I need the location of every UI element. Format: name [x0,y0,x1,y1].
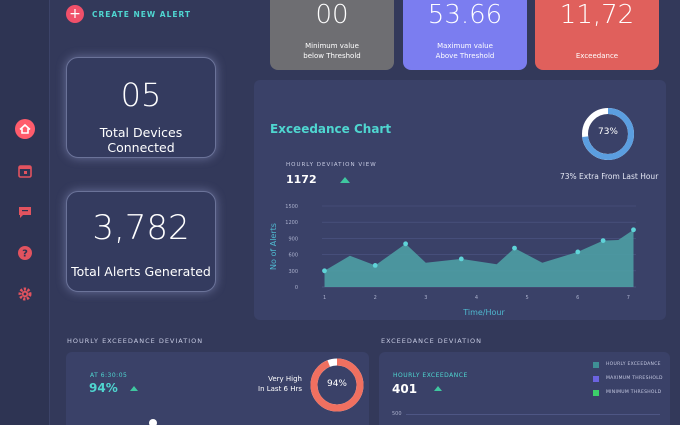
hourly-exceedance-deviation-title: HOURLY EXCEEDANCE DEVIATION [67,337,204,345]
x-tick-label: 4 [475,295,478,301]
exceedance-title: Exceedance Chart [270,122,392,136]
up-arrow-icon [340,177,350,183]
hourly-deviation-value: 1172 [286,173,317,186]
hourly-exceedance-label: HOURLY EXCEEDANCE [393,372,468,379]
deviation-percent: 94% [89,381,118,395]
x-tick-label: 7 [627,295,630,301]
exceedance-deviation-title: EXCEEDANCE DEVIATION [381,337,483,345]
alerts-count: 3,782 [92,208,190,248]
x-tick-label: 5 [526,295,529,301]
x-tick-label: 1 [323,295,326,301]
legend-item-hourly: HOURLY EXCEEDANCE [593,362,673,370]
y-tick-label: 900 [288,236,298,242]
deviation-donut: 94% [309,357,365,413]
home-icon[interactable] [15,119,35,139]
max-value-card: 53.66 Maximum value Above Threshold [403,0,527,70]
slider-handle[interactable] [149,419,157,425]
x-tick-label: 3 [424,295,427,301]
up-arrow-icon [434,386,442,391]
data-point [600,238,606,243]
alerts-card: 3,782 Total Alerts Generated [66,191,216,292]
plus-icon: + [66,5,84,23]
alerts-label: Total Alerts Generated [71,264,211,279]
y-tick-label: 300 [288,269,298,275]
legend-swatch [593,376,599,382]
devices-card: 05 Total Devices Connected [66,57,216,158]
create-alert-button[interactable]: + CREATE NEW ALERT [66,5,191,23]
data-point [403,241,408,247]
legend-label: HOURLY EXCEEDANCE [606,362,661,367]
y-tick-label: 600 [288,253,298,259]
data-point [631,227,636,233]
min-value-caption-2: below Threshold [303,52,361,60]
max-value-caption-2: Above Threshold [435,52,495,60]
exceedance-donut-label: 73% [597,127,618,137]
min-value: 00 [315,0,349,30]
exceedance-donut-caption: 73% Extra From Last Hour [560,172,659,181]
calendar-icon[interactable] [15,161,35,181]
legend-label: MAXIMUM THRESHOLD [606,376,663,381]
svg-text:?: ? [22,249,28,260]
data-point [458,256,464,262]
x-axis-label: Time/Hour [462,308,505,317]
y-tick-label: 1500 [285,204,298,210]
exceedance-chart: 0 300 600 900 1200 1500 1 2 3 4 5 6 7 Time/Hour No of … [269,204,636,317]
max-value: 53.66 [427,0,503,30]
legend-label: MINIMUM THRESHOLD [606,390,662,395]
y-axis-label: No of Alerts [269,223,278,270]
x-tick-label: 2 [374,295,377,301]
exceedance-donut: 73% [581,107,635,161]
create-alert-label: CREATE NEW ALERT [92,9,192,19]
min-value-caption-1: Minimum value [305,42,359,50]
exceedance-card: 11,72 Exceedance [535,0,659,70]
deviation-time-label: AT 6:30:05 [90,372,128,379]
legend-swatch [593,362,599,368]
y-tick-label: 1200 [285,220,298,226]
axis-tick-label: 500 [392,411,402,417]
data-point [372,263,378,268]
legend-swatch [593,390,599,396]
deviation-side-line-2: In Last 6 Hrs [258,385,302,393]
chat-icon[interactable] [15,202,35,222]
devices-count: 05 [120,76,162,114]
exceedance-value: 11,72 [559,0,635,30]
data-point [575,249,581,255]
data-point [512,245,517,251]
help-icon[interactable]: ? [15,243,35,263]
data-point [322,268,327,274]
min-value-card: 00 Minimum value below Threshold [270,0,394,70]
deviation-donut-label: 94% [326,379,347,389]
hourly-deviation-label: HOURLY DEVIATION VIEW [286,162,377,168]
exceedance-caption: Exceedance [575,52,619,60]
deviation-side-line-1: Very High [268,375,302,383]
x-tick-label: 6 [576,295,579,301]
legend-item-maximum: MAXIMUM THRESHOLD [593,376,673,384]
gear-icon[interactable] [15,284,35,304]
max-value-caption-1: Maximum value [437,42,493,50]
devices-label: Total Devices Connected [99,125,183,155]
axis-gridline [406,414,660,415]
sidebar: ? [0,0,50,425]
y-tick-label: 0 [295,285,298,291]
up-arrow-icon [130,386,138,391]
hourly-exceedance-value: 401 [392,382,418,396]
legend-item-minimum: MINIMUM THRESHOLD [593,390,673,398]
